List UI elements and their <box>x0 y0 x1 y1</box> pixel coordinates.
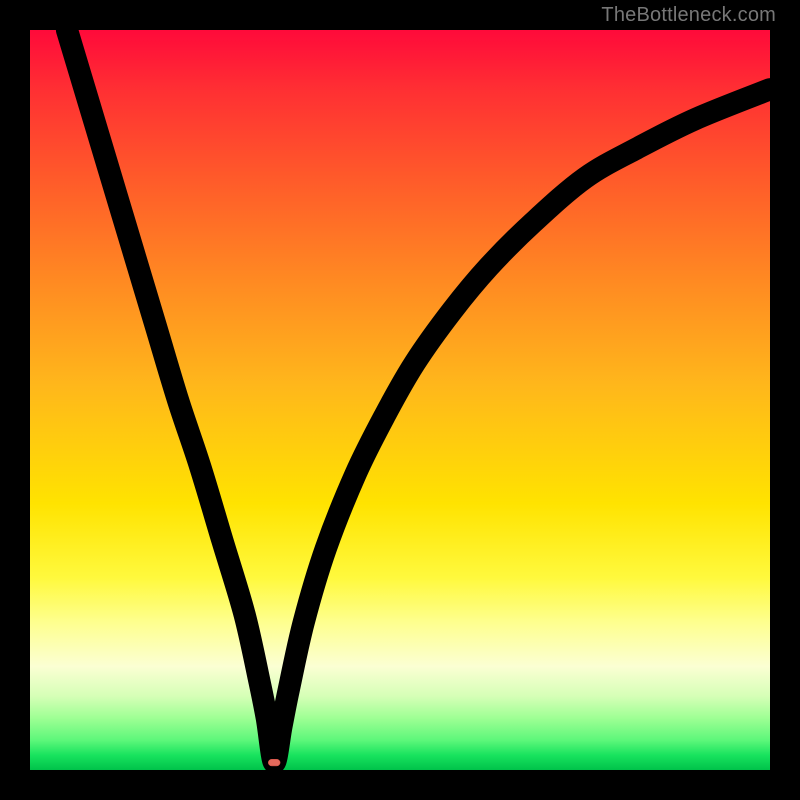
bottleneck-curve <box>67 30 770 763</box>
chart-frame: TheBottleneck.com <box>0 0 800 800</box>
plot-area <box>30 30 770 770</box>
bottleneck-marker-shape <box>268 759 280 766</box>
watermark-text: TheBottleneck.com <box>601 4 776 27</box>
bottleneck-marker <box>268 759 280 766</box>
chart-svg <box>30 30 770 770</box>
